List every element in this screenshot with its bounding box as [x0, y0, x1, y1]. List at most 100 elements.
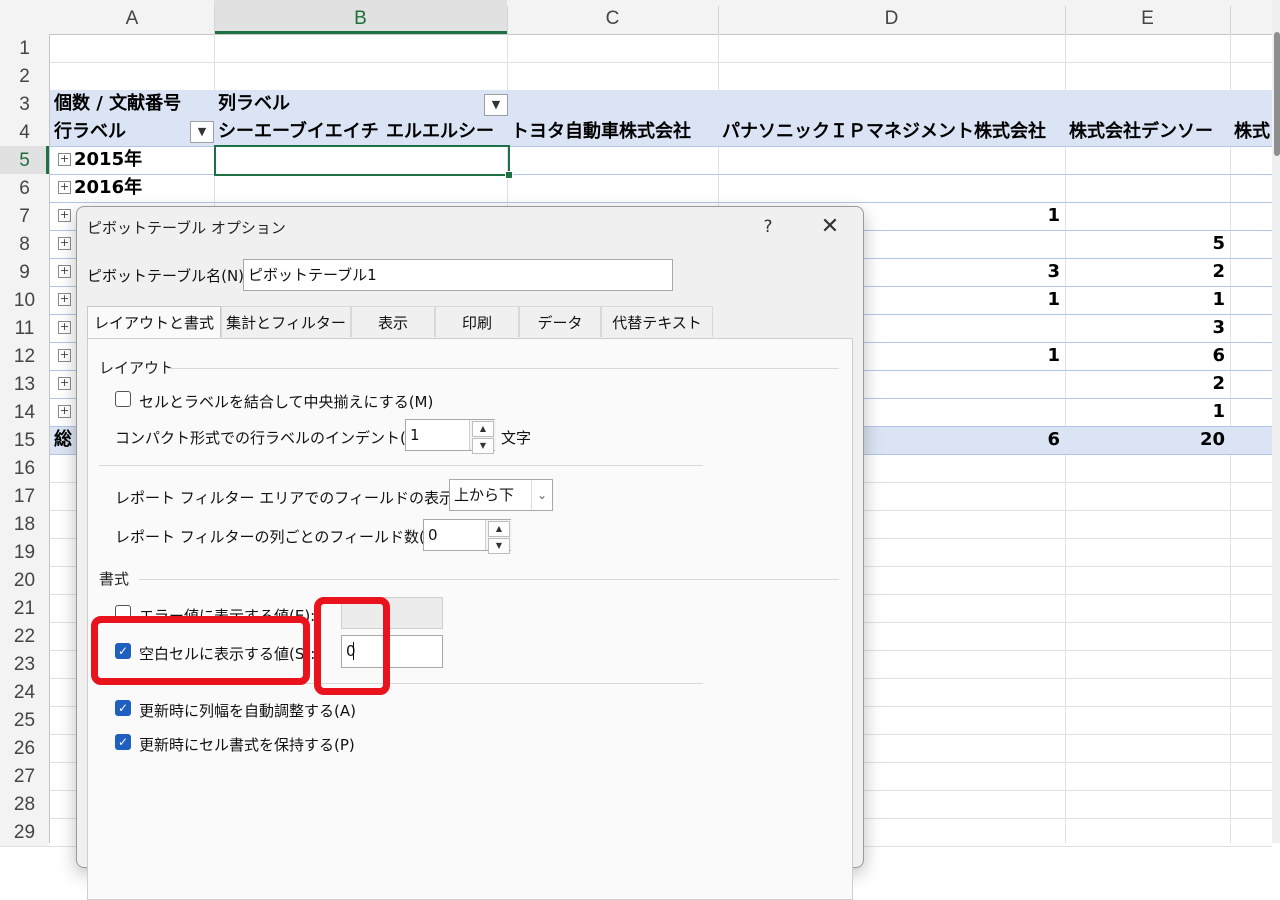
- scrollbar-thumb[interactable]: [1274, 32, 1280, 156]
- pivot-value-cell[interactable]: 2: [1069, 258, 1225, 286]
- close-button[interactable]: ✕: [815, 213, 845, 241]
- row-header-3[interactable]: 3: [0, 90, 49, 118]
- indent-spinner[interactable]: ▲ ▼: [469, 420, 496, 454]
- pivot-header-cell[interactable]: 株式: [1234, 118, 1272, 146]
- expand-icon[interactable]: +: [58, 293, 71, 306]
- spin-down-icon[interactable]: ▼: [488, 538, 510, 554]
- column-header-b[interactable]: B: [214, 0, 507, 34]
- chevron-down-icon[interactable]: ⌄: [531, 480, 552, 510]
- expand-icon[interactable]: +: [58, 237, 71, 250]
- pivot-value-cell[interactable]: [1069, 202, 1225, 230]
- row-header-13[interactable]: 13: [0, 370, 49, 398]
- row-header-20[interactable]: 20: [0, 566, 49, 594]
- annotation-highlight: [91, 616, 310, 685]
- autofit-label[interactable]: 更新時に列幅を自動調整する(A): [139, 700, 356, 721]
- pivot-row-label[interactable]: 2016年: [74, 174, 214, 202]
- expand-icon[interactable]: +: [58, 153, 71, 166]
- row-header-7[interactable]: 7: [0, 202, 49, 230]
- pivot-row-label[interactable]: 2015年: [74, 146, 214, 174]
- column-header-e[interactable]: E: [1065, 0, 1230, 34]
- row-filter-icon[interactable]: ▼: [190, 121, 214, 143]
- row-header-1[interactable]: 1: [0, 34, 49, 62]
- merge-center-checkbox[interactable]: [115, 391, 131, 407]
- indent-unit: 文字: [501, 429, 532, 447]
- pivot-count-label[interactable]: 個数 / 文献番号: [54, 90, 214, 118]
- tab-layout-format[interactable]: レイアウトと書式: [87, 306, 221, 340]
- pivot-header-cell[interactable]: シーエーブイエイチ: [218, 118, 378, 146]
- row-header-27[interactable]: 27: [0, 762, 49, 790]
- row-header-22[interactable]: 22: [0, 622, 49, 650]
- tab-alt-text[interactable]: 代替テキスト: [601, 306, 713, 337]
- expand-icon[interactable]: +: [58, 265, 71, 278]
- tab-data[interactable]: データ: [519, 306, 601, 337]
- spin-up-icon[interactable]: ▲: [488, 521, 510, 537]
- row-header-29[interactable]: 29: [0, 818, 49, 846]
- row-header-8[interactable]: 8: [0, 230, 49, 258]
- row-header-19[interactable]: 19: [0, 538, 49, 566]
- pivot-header-cell[interactable]: 株式会社デンソー: [1069, 118, 1229, 146]
- row-header-11[interactable]: 11: [0, 314, 49, 342]
- pivot-row-labels[interactable]: 行ラベル: [54, 118, 184, 146]
- row-header-10[interactable]: 10: [0, 286, 49, 314]
- layout-group-label: レイアウト: [99, 359, 175, 377]
- pivot-value-cell[interactable]: 1: [1069, 286, 1225, 314]
- column-header-a[interactable]: A: [50, 0, 214, 34]
- filter-area-label: レポート フィルター エリアでのフィールドの表示(D):: [115, 489, 483, 507]
- row-header-12[interactable]: 12: [0, 342, 49, 370]
- row-header-14[interactable]: 14: [0, 398, 49, 426]
- column-header-d[interactable]: D: [718, 0, 1065, 34]
- pivot-value-cell[interactable]: 5: [1069, 230, 1225, 258]
- help-button[interactable]: ?: [753, 213, 783, 241]
- row-header-6[interactable]: 6: [0, 174, 49, 202]
- pivot-header-cell[interactable]: エルエルシー: [386, 118, 506, 146]
- row-header-25[interactable]: 25: [0, 706, 49, 734]
- dialog-title: ピボットテーブル オプション: [87, 219, 286, 237]
- expand-icon[interactable]: +: [58, 209, 71, 222]
- row-header-28[interactable]: 28: [0, 790, 49, 818]
- indent-label: コンパクト形式での行ラベルのインデント(C):: [115, 429, 428, 447]
- pivot-value-cell[interactable]: 2: [1069, 370, 1225, 398]
- fill-handle[interactable]: [505, 171, 513, 179]
- row-header-24[interactable]: 24: [0, 678, 49, 706]
- row-header-5[interactable]: 5: [0, 146, 49, 174]
- row-header-23[interactable]: 23: [0, 650, 49, 678]
- pivot-name-input[interactable]: ピボットテーブル1: [243, 259, 673, 291]
- pivot-total-cell[interactable]: 20: [1069, 426, 1225, 454]
- expand-icon[interactable]: +: [58, 349, 71, 362]
- pivot-value-cell[interactable]: 6: [1069, 342, 1225, 370]
- expand-icon[interactable]: +: [58, 405, 71, 418]
- pivot-header-cell[interactable]: パナソニックＩＰマネジメント株式会社: [722, 118, 1062, 146]
- column-filter-icon[interactable]: ▼: [484, 94, 508, 116]
- preserve-format-checkbox[interactable]: ✓: [115, 734, 131, 750]
- spin-up-icon[interactable]: ▲: [472, 421, 494, 437]
- row-header-16[interactable]: 16: [0, 454, 49, 482]
- row-header-17[interactable]: 17: [0, 482, 49, 510]
- tab-strip: レイアウトと書式 集計とフィルター 表示 印刷 データ 代替テキスト: [87, 306, 837, 340]
- row-header-2[interactable]: 2: [0, 62, 49, 90]
- tab-display[interactable]: 表示: [351, 306, 435, 337]
- row-header-4[interactable]: 4: [0, 118, 49, 146]
- spin-down-icon[interactable]: ▼: [472, 438, 494, 454]
- tab-totals-filters[interactable]: 集計とフィルター: [221, 306, 351, 337]
- pivot-header-cell[interactable]: トヨタ自動車株式会社: [511, 118, 716, 146]
- row-header-18[interactable]: 18: [0, 510, 49, 538]
- merge-center-label[interactable]: セルとラベルを結合して中央揃えにする(M): [139, 391, 433, 412]
- autofit-checkbox[interactable]: ✓: [115, 700, 131, 716]
- pivot-value-cell[interactable]: 1: [1069, 398, 1225, 426]
- row-header-15[interactable]: 15: [0, 426, 49, 454]
- format-group-label: 書式: [99, 570, 130, 588]
- active-cell-b5[interactable]: [214, 145, 513, 179]
- gridline: [0, 62, 1272, 63]
- expand-icon[interactable]: +: [58, 377, 71, 390]
- pivot-column-labels[interactable]: 列ラベル: [218, 90, 478, 118]
- row-header-21[interactable]: 21: [0, 594, 49, 622]
- row-header-26[interactable]: 26: [0, 734, 49, 762]
- row-header-9[interactable]: 9: [0, 258, 49, 286]
- tab-printing[interactable]: 印刷: [435, 306, 519, 337]
- pivot-value-cell[interactable]: 3: [1069, 314, 1225, 342]
- filter-count-spinner[interactable]: ▲ ▼: [485, 520, 512, 554]
- preserve-format-label[interactable]: 更新時にセル書式を保持する(P): [139, 734, 355, 755]
- column-header-c[interactable]: C: [507, 0, 718, 34]
- expand-icon[interactable]: +: [58, 321, 71, 334]
- expand-icon[interactable]: +: [58, 181, 71, 194]
